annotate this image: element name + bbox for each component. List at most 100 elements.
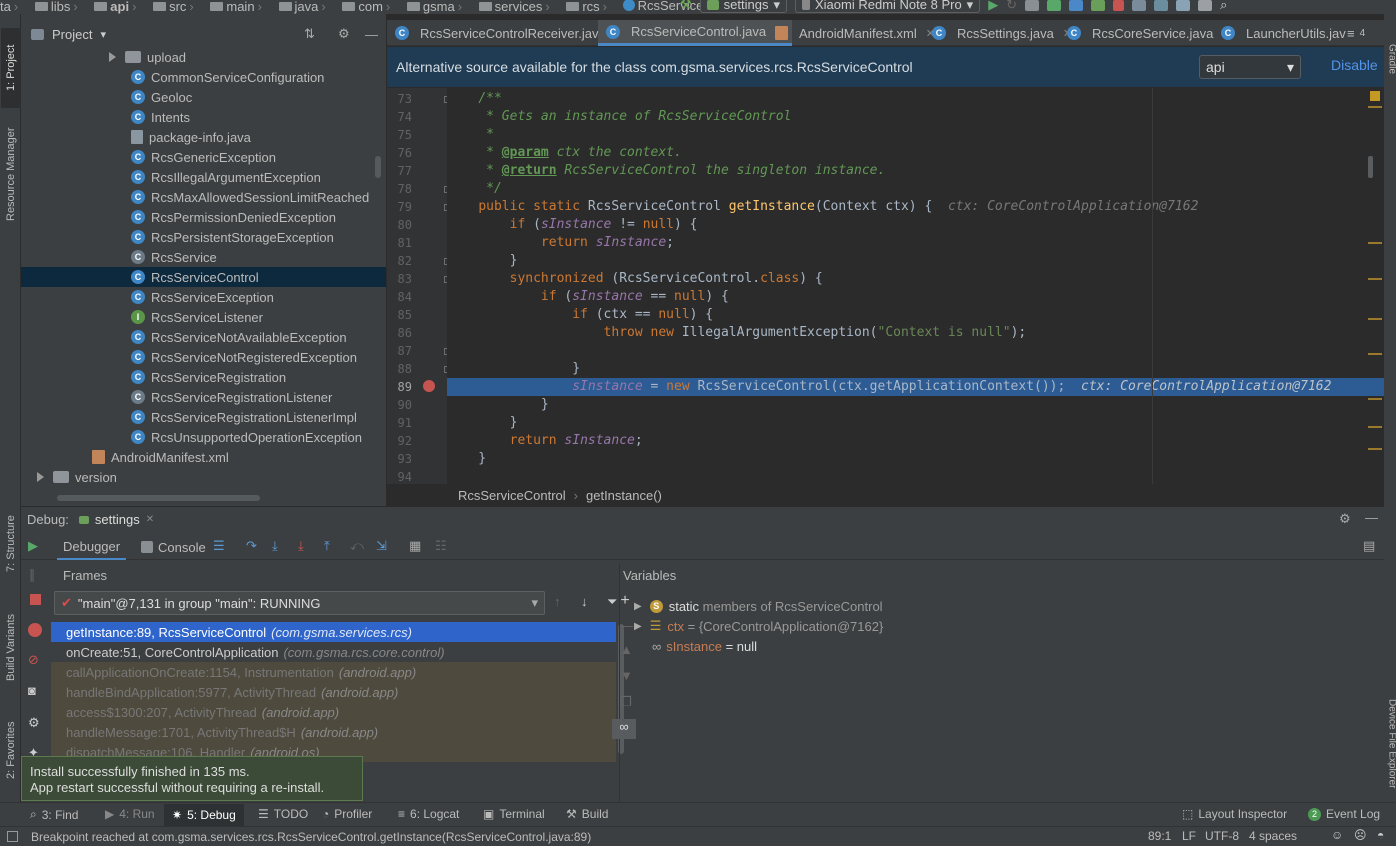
stripe-mark[interactable] bbox=[1368, 448, 1382, 450]
vertical-scrollbar[interactable] bbox=[375, 156, 381, 178]
stop-icon[interactable] bbox=[1113, 0, 1125, 11]
source-select[interactable]: api ▾ bbox=[1199, 55, 1301, 79]
nav-crumb-root[interactable]: ta › bbox=[0, 0, 21, 14]
line-number[interactable]: 88 bbox=[387, 362, 412, 376]
down-arrow-icon[interactable]: ↓ bbox=[581, 594, 588, 609]
line-number[interactable]: 73 bbox=[387, 92, 412, 106]
tab-resource-manager[interactable]: Resource Manager bbox=[1, 114, 21, 234]
tree-item[interactable]: C RcsServiceNotRegisteredException bbox=[21, 347, 386, 367]
debug-icon[interactable] bbox=[1047, 0, 1062, 11]
tree-item[interactable]: C RcsServiceControl bbox=[21, 267, 386, 287]
sdk-manager-icon[interactable] bbox=[1176, 0, 1191, 11]
toggle-tool-windows-icon[interactable] bbox=[7, 831, 18, 842]
debug-session-tab[interactable]: settings ✕ bbox=[78, 512, 154, 527]
tab-androidmanifest[interactable]: AndroidManifest.xml ✕ bbox=[767, 20, 943, 46]
error-stripe[interactable] bbox=[1366, 88, 1384, 484]
thread-select[interactable]: ✔ "main"@7,131 in group "main": RUNNING … bbox=[54, 591, 545, 615]
line-number[interactable]: 81 bbox=[387, 236, 412, 250]
code-editor[interactable]: /** * Gets an instance of RcsServiceCont… bbox=[447, 88, 1384, 484]
line-separator[interactable]: LF bbox=[1182, 829, 1196, 843]
line-number[interactable]: 78 bbox=[387, 182, 412, 196]
stripe-thumb[interactable] bbox=[1368, 156, 1373, 178]
warning-icon[interactable] bbox=[1370, 91, 1380, 101]
tree-item[interactable]: C RcsServiceNotAvailableException bbox=[21, 327, 386, 347]
line-number[interactable]: 86 bbox=[387, 326, 412, 340]
sync-icon[interactable] bbox=[1132, 0, 1147, 11]
expand-arrow-icon[interactable]: ▶ bbox=[634, 601, 642, 612]
expand-arrow-icon[interactable]: ▶ bbox=[634, 621, 642, 632]
tree-item[interactable]: C RcsService bbox=[21, 247, 386, 267]
nav-crumb-main[interactable]: main › bbox=[206, 0, 265, 14]
install-notification[interactable]: Install successfully finished in 135 ms.… bbox=[21, 756, 363, 801]
device-manager-icon[interactable] bbox=[1198, 0, 1213, 11]
breadcrumb-method[interactable]: getInstance() bbox=[586, 488, 662, 503]
copy-icon[interactable]: ❐ bbox=[620, 694, 632, 710]
stop-icon[interactable] bbox=[30, 594, 41, 605]
stack-frame[interactable]: onCreate:51, CoreControlApplication (com.… bbox=[51, 642, 616, 662]
sad-icon[interactable]: ☹ bbox=[1354, 828, 1367, 842]
add-watch-icon[interactable]: + bbox=[617, 592, 633, 610]
tree-item[interactable]: C RcsGenericException bbox=[21, 147, 386, 167]
watches-toggle-icon[interactable]: ∞ bbox=[612, 719, 636, 739]
tree-item[interactable]: C RcsIllegalArgumentException bbox=[21, 167, 386, 187]
view-breakpoints-icon[interactable] bbox=[28, 623, 42, 637]
line-number[interactable]: 92 bbox=[387, 434, 412, 448]
tree-item[interactable]: C RcsServiceException bbox=[21, 287, 386, 307]
line-number[interactable]: 87 bbox=[387, 344, 412, 358]
tab-rcsservicecontrolreceiver[interactable]: CRcsServiceControlReceiver.java✕ bbox=[387, 20, 632, 46]
gear-icon[interactable]: ⚙ bbox=[338, 26, 350, 42]
stack-frame[interactable]: handleBindApplication:5977, ActivityThre… bbox=[51, 682, 616, 702]
minimize-icon[interactable]: — bbox=[365, 27, 378, 42]
tree-item[interactable]: upload bbox=[21, 47, 386, 67]
breadcrumb-class[interactable]: RcsServiceControl bbox=[458, 488, 566, 503]
run-to-cursor-icon[interactable]: ⇲ bbox=[376, 538, 387, 554]
tab-structure[interactable]: 7: Structure bbox=[1, 504, 21, 584]
run-icon[interactable]: ▶ bbox=[988, 0, 998, 13]
remove-watch-icon[interactable]: — bbox=[620, 618, 633, 633]
tree-item[interactable]: AndroidManifest.xml bbox=[21, 447, 386, 467]
stripe-mark[interactable] bbox=[1368, 242, 1382, 244]
tab-favorites[interactable]: 2: Favorites bbox=[1, 710, 21, 790]
profile-icon[interactable] bbox=[1069, 0, 1084, 11]
tab-gradle[interactable]: Gradle bbox=[1382, 34, 1396, 84]
line-number[interactable]: 79 bbox=[387, 200, 412, 214]
tool-layout-inspector[interactable]: ⬚ Layout Inspector bbox=[1182, 807, 1287, 821]
gear-icon[interactable]: ⚙ bbox=[28, 715, 40, 731]
nav-crumb-api[interactable]: api › bbox=[90, 0, 139, 14]
down-icon[interactable]: ▼ bbox=[620, 668, 633, 683]
tree-item[interactable]: C RcsMaxAllowedSessionLimitReached bbox=[21, 187, 386, 207]
stack-frame[interactable]: getInstance:89, RcsServiceControl (com.gs… bbox=[51, 622, 616, 642]
close-icon[interactable]: ✕ bbox=[146, 514, 154, 525]
variable-sinstance[interactable]: ∞ sInstance = null bbox=[652, 636, 757, 656]
step-into-icon[interactable]: ⤓ bbox=[272, 538, 278, 554]
line-number[interactable]: 74 bbox=[387, 110, 412, 124]
stack-frame[interactable]: callApplicationOnCreate:1154, Instrument… bbox=[51, 662, 616, 682]
device-select[interactable]: Xiaomi Redmi Note 8 Pro ▾ bbox=[795, 0, 981, 13]
tree-item[interactable]: C Geoloc bbox=[21, 87, 386, 107]
line-number[interactable]: 82 bbox=[387, 254, 412, 268]
tree-item[interactable]: C RcsPersistentStorageException bbox=[21, 227, 386, 247]
variable-ctx[interactable]: ▶ ☰ ctx = {CoreControlApplication@7162} bbox=[634, 616, 883, 636]
tab-console[interactable]: Console bbox=[141, 534, 206, 560]
tab-overflow[interactable]: ≡ 4 bbox=[1345, 20, 1367, 46]
indent-setting[interactable]: 4 spaces bbox=[1249, 829, 1297, 843]
line-number[interactable]: 85 bbox=[387, 308, 412, 322]
tree-item[interactable]: C RcsPermissionDeniedException bbox=[21, 207, 386, 227]
collapse-all-icon[interactable]: ⇅ bbox=[304, 26, 315, 42]
line-number[interactable]: 83 bbox=[387, 272, 412, 286]
rerun-icon[interactable]: ↻ bbox=[1006, 0, 1017, 13]
run-config-select[interactable]: settings ▾ bbox=[699, 0, 787, 13]
tab-rcssettings[interactable]: CRcsSettings.java✕ bbox=[924, 20, 1080, 46]
line-number[interactable]: 94 bbox=[387, 470, 412, 484]
gear-icon[interactable]: ⚙ bbox=[1339, 511, 1351, 527]
disable-link[interactable]: Disable bbox=[1331, 57, 1378, 73]
tool-build[interactable]: ⚒ Build bbox=[566, 807, 608, 821]
line-number[interactable]: 80 bbox=[387, 218, 412, 232]
up-icon[interactable]: ▲ bbox=[620, 642, 633, 657]
minimize-icon[interactable]: — bbox=[1365, 510, 1378, 525]
line-number[interactable]: 75 bbox=[387, 128, 412, 142]
step-over-icon[interactable]: ↷ bbox=[246, 538, 257, 554]
line-number[interactable]: 89 bbox=[387, 380, 412, 394]
stack-frame[interactable]: access$1300:207, ActivityThread (android.… bbox=[51, 702, 616, 722]
variable-static[interactable]: ▶ S static members of RcsServiceControl bbox=[634, 596, 883, 616]
